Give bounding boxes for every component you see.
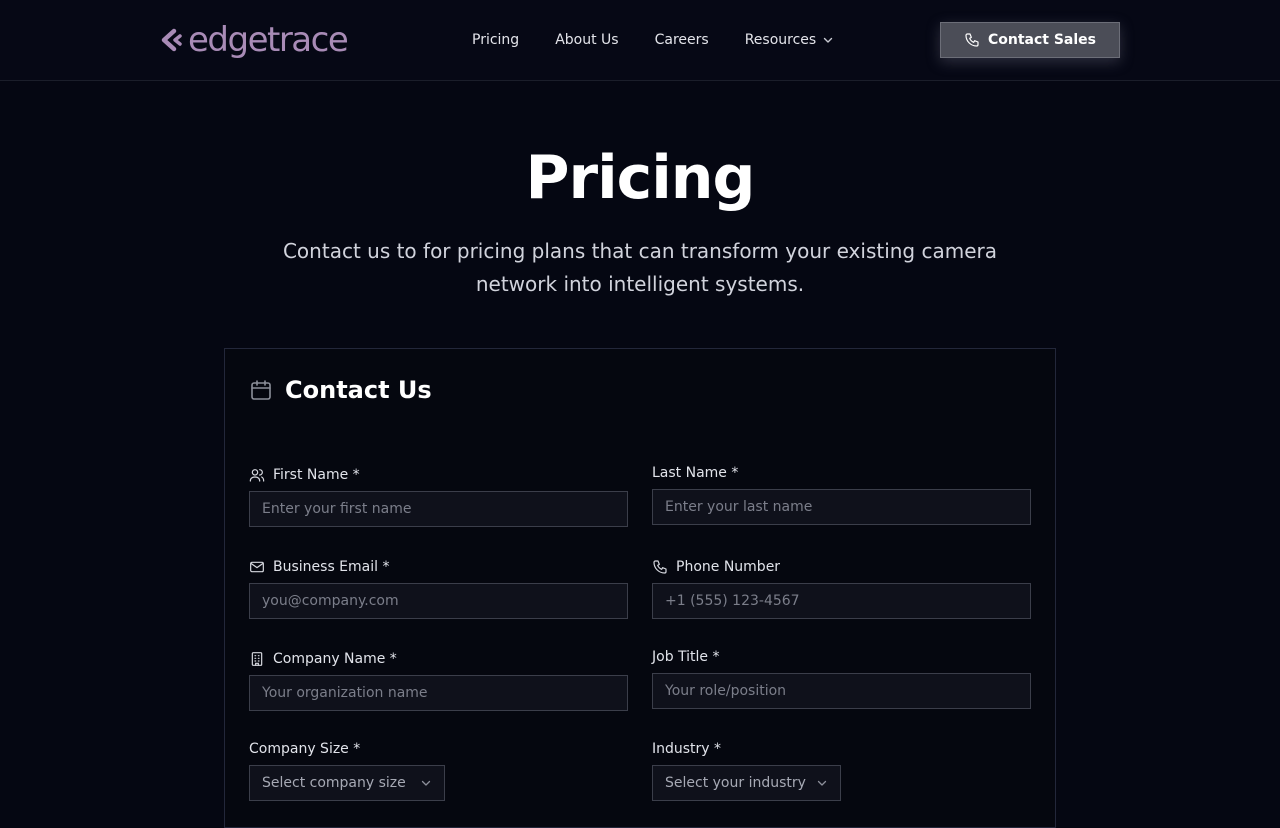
mail-icon — [249, 559, 265, 575]
industry-field: Industry * Select your industry — [652, 739, 841, 801]
company-size-label: Company Size * — [249, 739, 445, 759]
nav-link-resources-label: Resources — [744, 32, 817, 48]
business-email-input[interactable] — [249, 583, 628, 619]
last-name-label: Last Name * — [652, 463, 1031, 483]
first-name-field: First Name * — [249, 465, 628, 527]
top-navigation: edgetrace Pricing About Us Careers Resou… — [0, 0, 1280, 81]
company-name-field: Company Name * — [249, 649, 628, 711]
company-name-label-text: Company Name * — [273, 651, 397, 667]
job-title-label-text: Job Title * — [652, 649, 720, 665]
company-size-label-text: Company Size * — [249, 741, 361, 757]
company-size-select[interactable]: Select company size — [249, 765, 445, 801]
contact-sales-label: Contact Sales — [987, 32, 1097, 48]
phone-icon — [964, 32, 980, 48]
calendar-icon — [249, 378, 273, 402]
business-email-label-text: Business Email * — [273, 559, 390, 575]
industry-select[interactable]: Select your industry — [652, 765, 841, 801]
phone-number-input[interactable] — [652, 583, 1031, 619]
first-name-label-text: First Name * — [273, 467, 360, 483]
company-name-label: Company Name * — [249, 649, 628, 669]
last-name-label-text: Last Name * — [652, 465, 739, 481]
last-name-input[interactable] — [652, 489, 1031, 525]
business-email-field: Business Email * — [249, 557, 628, 619]
nav-link-about-us[interactable]: About Us — [555, 30, 618, 50]
contact-form-header: Contact Us — [249, 375, 432, 405]
brand-name: edgetrace — [188, 20, 349, 60]
building-icon — [249, 651, 265, 667]
nav-link-pricing[interactable]: Pricing — [472, 30, 519, 50]
phone-number-label-text: Phone Number — [676, 559, 781, 575]
users-icon — [249, 467, 265, 483]
phone-number-field: Phone Number — [652, 557, 1031, 619]
last-name-field: Last Name * — [652, 463, 1031, 525]
phone-number-label: Phone Number — [652, 557, 1031, 577]
brand-logo[interactable]: edgetrace — [160, 20, 349, 60]
chevron-down-icon — [816, 777, 828, 789]
contact-form-card: Contact Us First Name * Last Name * Busi… — [224, 348, 1056, 828]
job-title-field: Job Title * — [652, 647, 1031, 709]
contact-form-title: Contact Us — [285, 376, 432, 404]
industry-selected: Select your industry — [665, 775, 806, 791]
job-title-label: Job Title * — [652, 647, 1031, 667]
business-email-label: Business Email * — [249, 557, 628, 577]
industry-label: Industry * — [652, 739, 841, 759]
first-name-label: First Name * — [249, 465, 628, 485]
chevron-down-icon — [420, 777, 432, 789]
industry-label-text: Industry * — [652, 741, 722, 757]
company-name-input[interactable] — [249, 675, 628, 711]
page-subtitle: Contact us to for pricing plans that can… — [282, 239, 998, 296]
page-title: Pricing — [525, 143, 756, 213]
job-title-input[interactable] — [652, 673, 1031, 709]
nav-links: Pricing About Us Careers Resources — [472, 30, 870, 50]
chevron-down-icon — [822, 34, 834, 46]
company-size-field: Company Size * Select company size — [249, 739, 445, 801]
phone-icon — [652, 559, 668, 575]
nav-link-resources[interactable]: Resources — [745, 30, 835, 50]
first-name-input[interactable] — [249, 491, 628, 527]
nav-link-careers[interactable]: Careers — [655, 30, 709, 50]
logo-chevron-icon — [161, 28, 182, 52]
contact-sales-button[interactable]: Contact Sales — [940, 22, 1120, 58]
company-size-selected: Select company size — [262, 775, 406, 791]
